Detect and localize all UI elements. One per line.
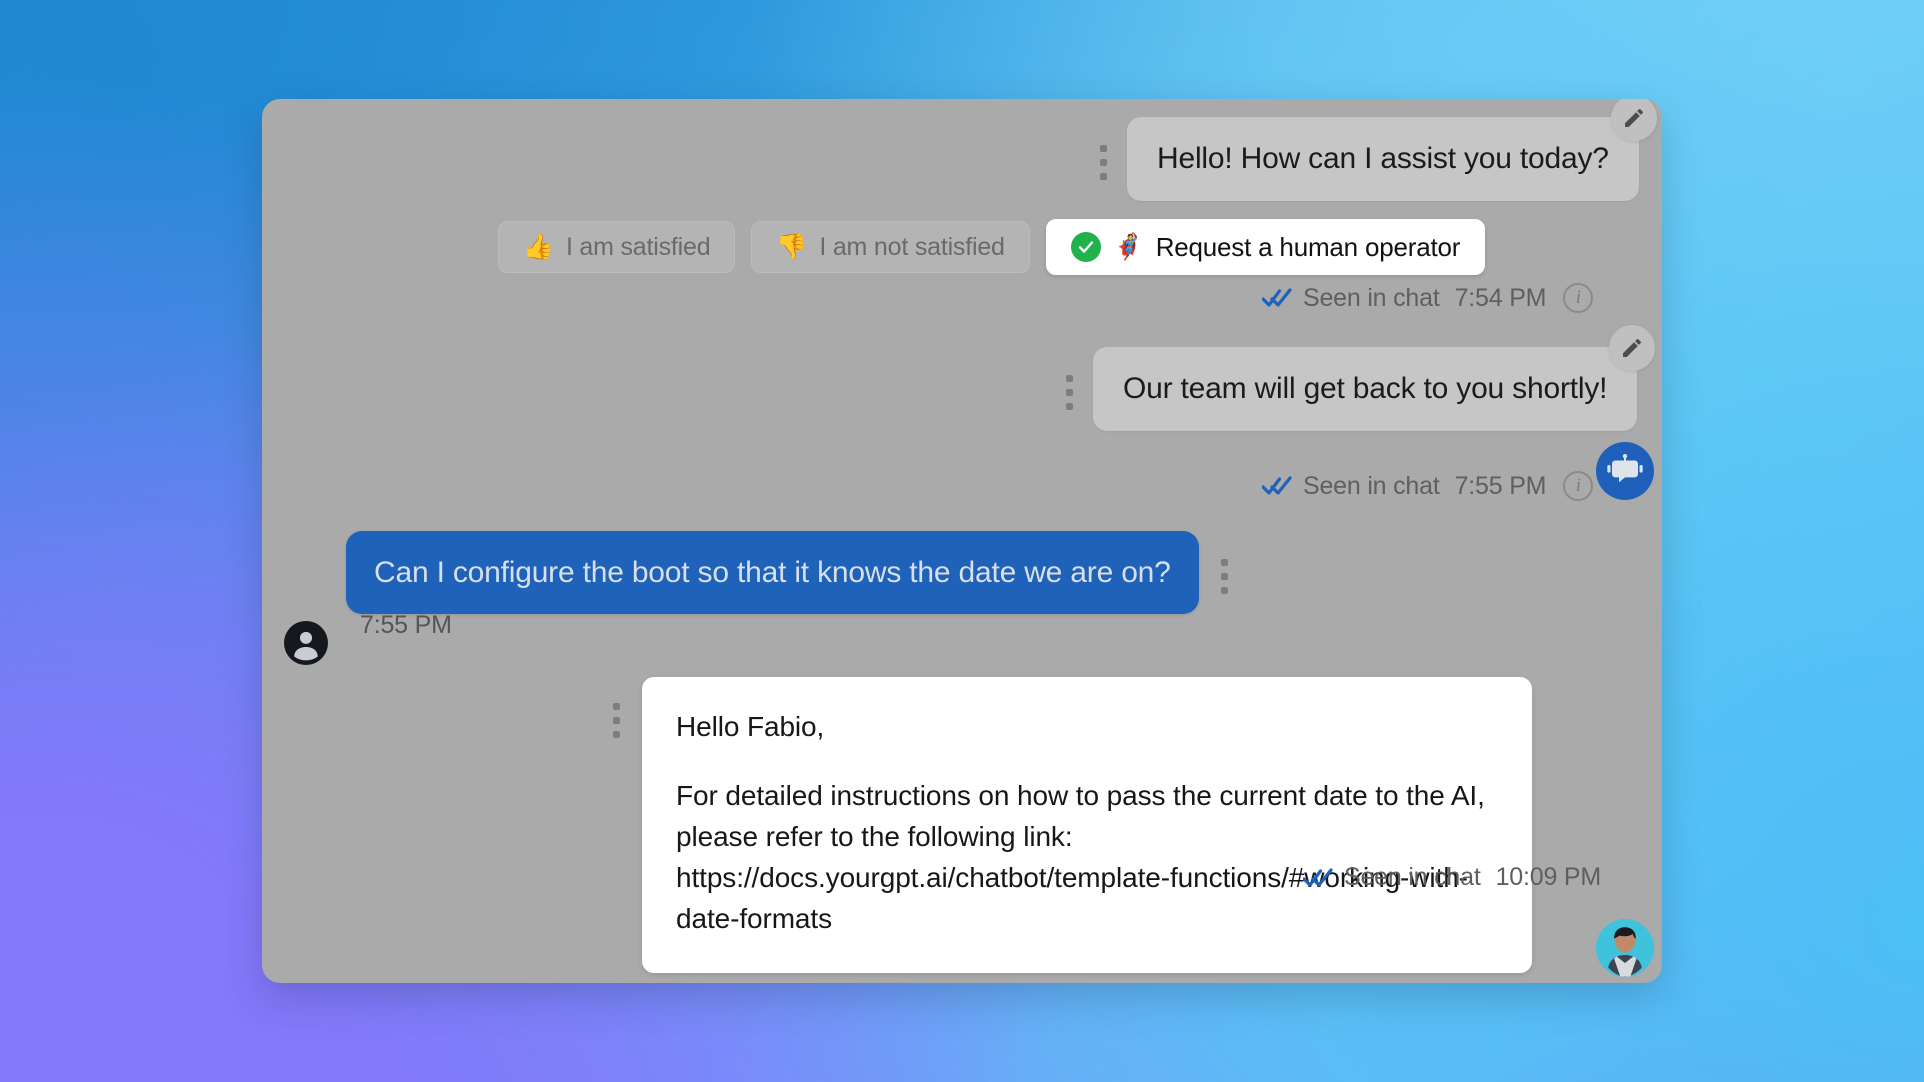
quick-reply-row: 👍 I am satisfied 👎 I am not satisfied 🦸 …: [498, 219, 1486, 275]
pencil-glyph: [1623, 338, 1642, 357]
seen-status-label: Seen in chat: [1303, 283, 1440, 312]
seen-status-label: Seen in chat: [1303, 471, 1440, 500]
message-status-bot-followup: Seen in chat 7:55 PM i: [1262, 471, 1594, 501]
kebab-menu-icon[interactable]: [612, 703, 620, 738]
quick-reply-label: I am not satisfied: [819, 232, 1005, 261]
message-bot-greeting: Hello! How can I assist you today?: [1099, 99, 1657, 201]
quick-reply-label: Request a human operator: [1155, 231, 1461, 262]
pencil-icon[interactable]: [1610, 99, 1657, 141]
kebab-menu-icon[interactable]: [1099, 145, 1107, 180]
agent-body-text: For detailed instructions on how to pass…: [676, 779, 1485, 934]
message-timestamp: 10:09 PM: [1495, 863, 1602, 891]
thumbs-up-icon: 👍: [523, 232, 554, 261]
superhero-icon: 🦸: [1112, 232, 1144, 261]
info-icon[interactable]: i: [1563, 471, 1594, 501]
message-bot-followup: Our team will get back to you shortly!: [1065, 325, 1656, 431]
kebab-menu-icon[interactable]: [1065, 375, 1073, 410]
bot-message-bubble: Hello! How can I assist you today?: [1127, 117, 1639, 201]
message-agent-reply: Hello Fabio, For detailed instructions o…: [612, 677, 1532, 974]
kebab-menu-icon[interactable]: [1221, 559, 1229, 594]
agent-greeting-text: Hello Fabio,: [676, 711, 825, 742]
check-circle-icon: [1070, 232, 1101, 262]
message-status-agent-reply: Seen in chat 10:09 PM: [1303, 863, 1601, 892]
message-status-bot-greeting: Seen in chat 7:54 PM i: [1262, 283, 1594, 313]
info-icon[interactable]: i: [1563, 283, 1594, 313]
thumbs-down-icon: 👎: [776, 232, 808, 261]
agent-message-bubble: Hello Fabio, For detailed instructions o…: [642, 677, 1532, 974]
robot-icon: [1607, 454, 1643, 483]
quick-reply-not-satisfied[interactable]: 👎 I am not satisfied: [751, 221, 1030, 273]
person-icon: [285, 622, 327, 664]
quick-reply-satisfied[interactable]: 👍 I am satisfied: [498, 221, 736, 273]
user-message-timestamp: 7:55 PM: [360, 611, 452, 639]
desktop-wallpaper: Hello! How can I assist you today? Seen …: [0, 0, 1924, 1082]
agent-photo-icon: [1596, 919, 1654, 977]
bot-avatar: [1596, 442, 1654, 500]
check-glyph: [1078, 241, 1093, 253]
human-agent-avatar: [1596, 919, 1654, 977]
double-check-icon: [1262, 288, 1292, 307]
message-timestamp: 7:54 PM: [1454, 283, 1547, 312]
chat-conversation-panel: Hello! How can I assist you today? Seen …: [262, 99, 1662, 983]
pencil-icon[interactable]: [1609, 325, 1656, 371]
quick-reply-human-operator[interactable]: 🦸 Request a human operator: [1045, 219, 1486, 275]
message-user-question: Can I configure the boot so that it know…: [346, 531, 1229, 614]
bot-message-bubble: Our team will get back to you shortly!: [1093, 347, 1638, 431]
quick-reply-label: I am satisfied: [565, 232, 711, 261]
double-check-icon: [1262, 476, 1292, 495]
pencil-glyph: [1624, 108, 1643, 127]
double-check-icon: [1303, 867, 1333, 887]
user-avatar: [284, 621, 328, 665]
seen-status-label: Seen in chat: [1344, 863, 1481, 891]
message-timestamp: 7:55 PM: [1454, 471, 1547, 500]
user-message-bubble: Can I configure the boot so that it know…: [346, 531, 1199, 614]
